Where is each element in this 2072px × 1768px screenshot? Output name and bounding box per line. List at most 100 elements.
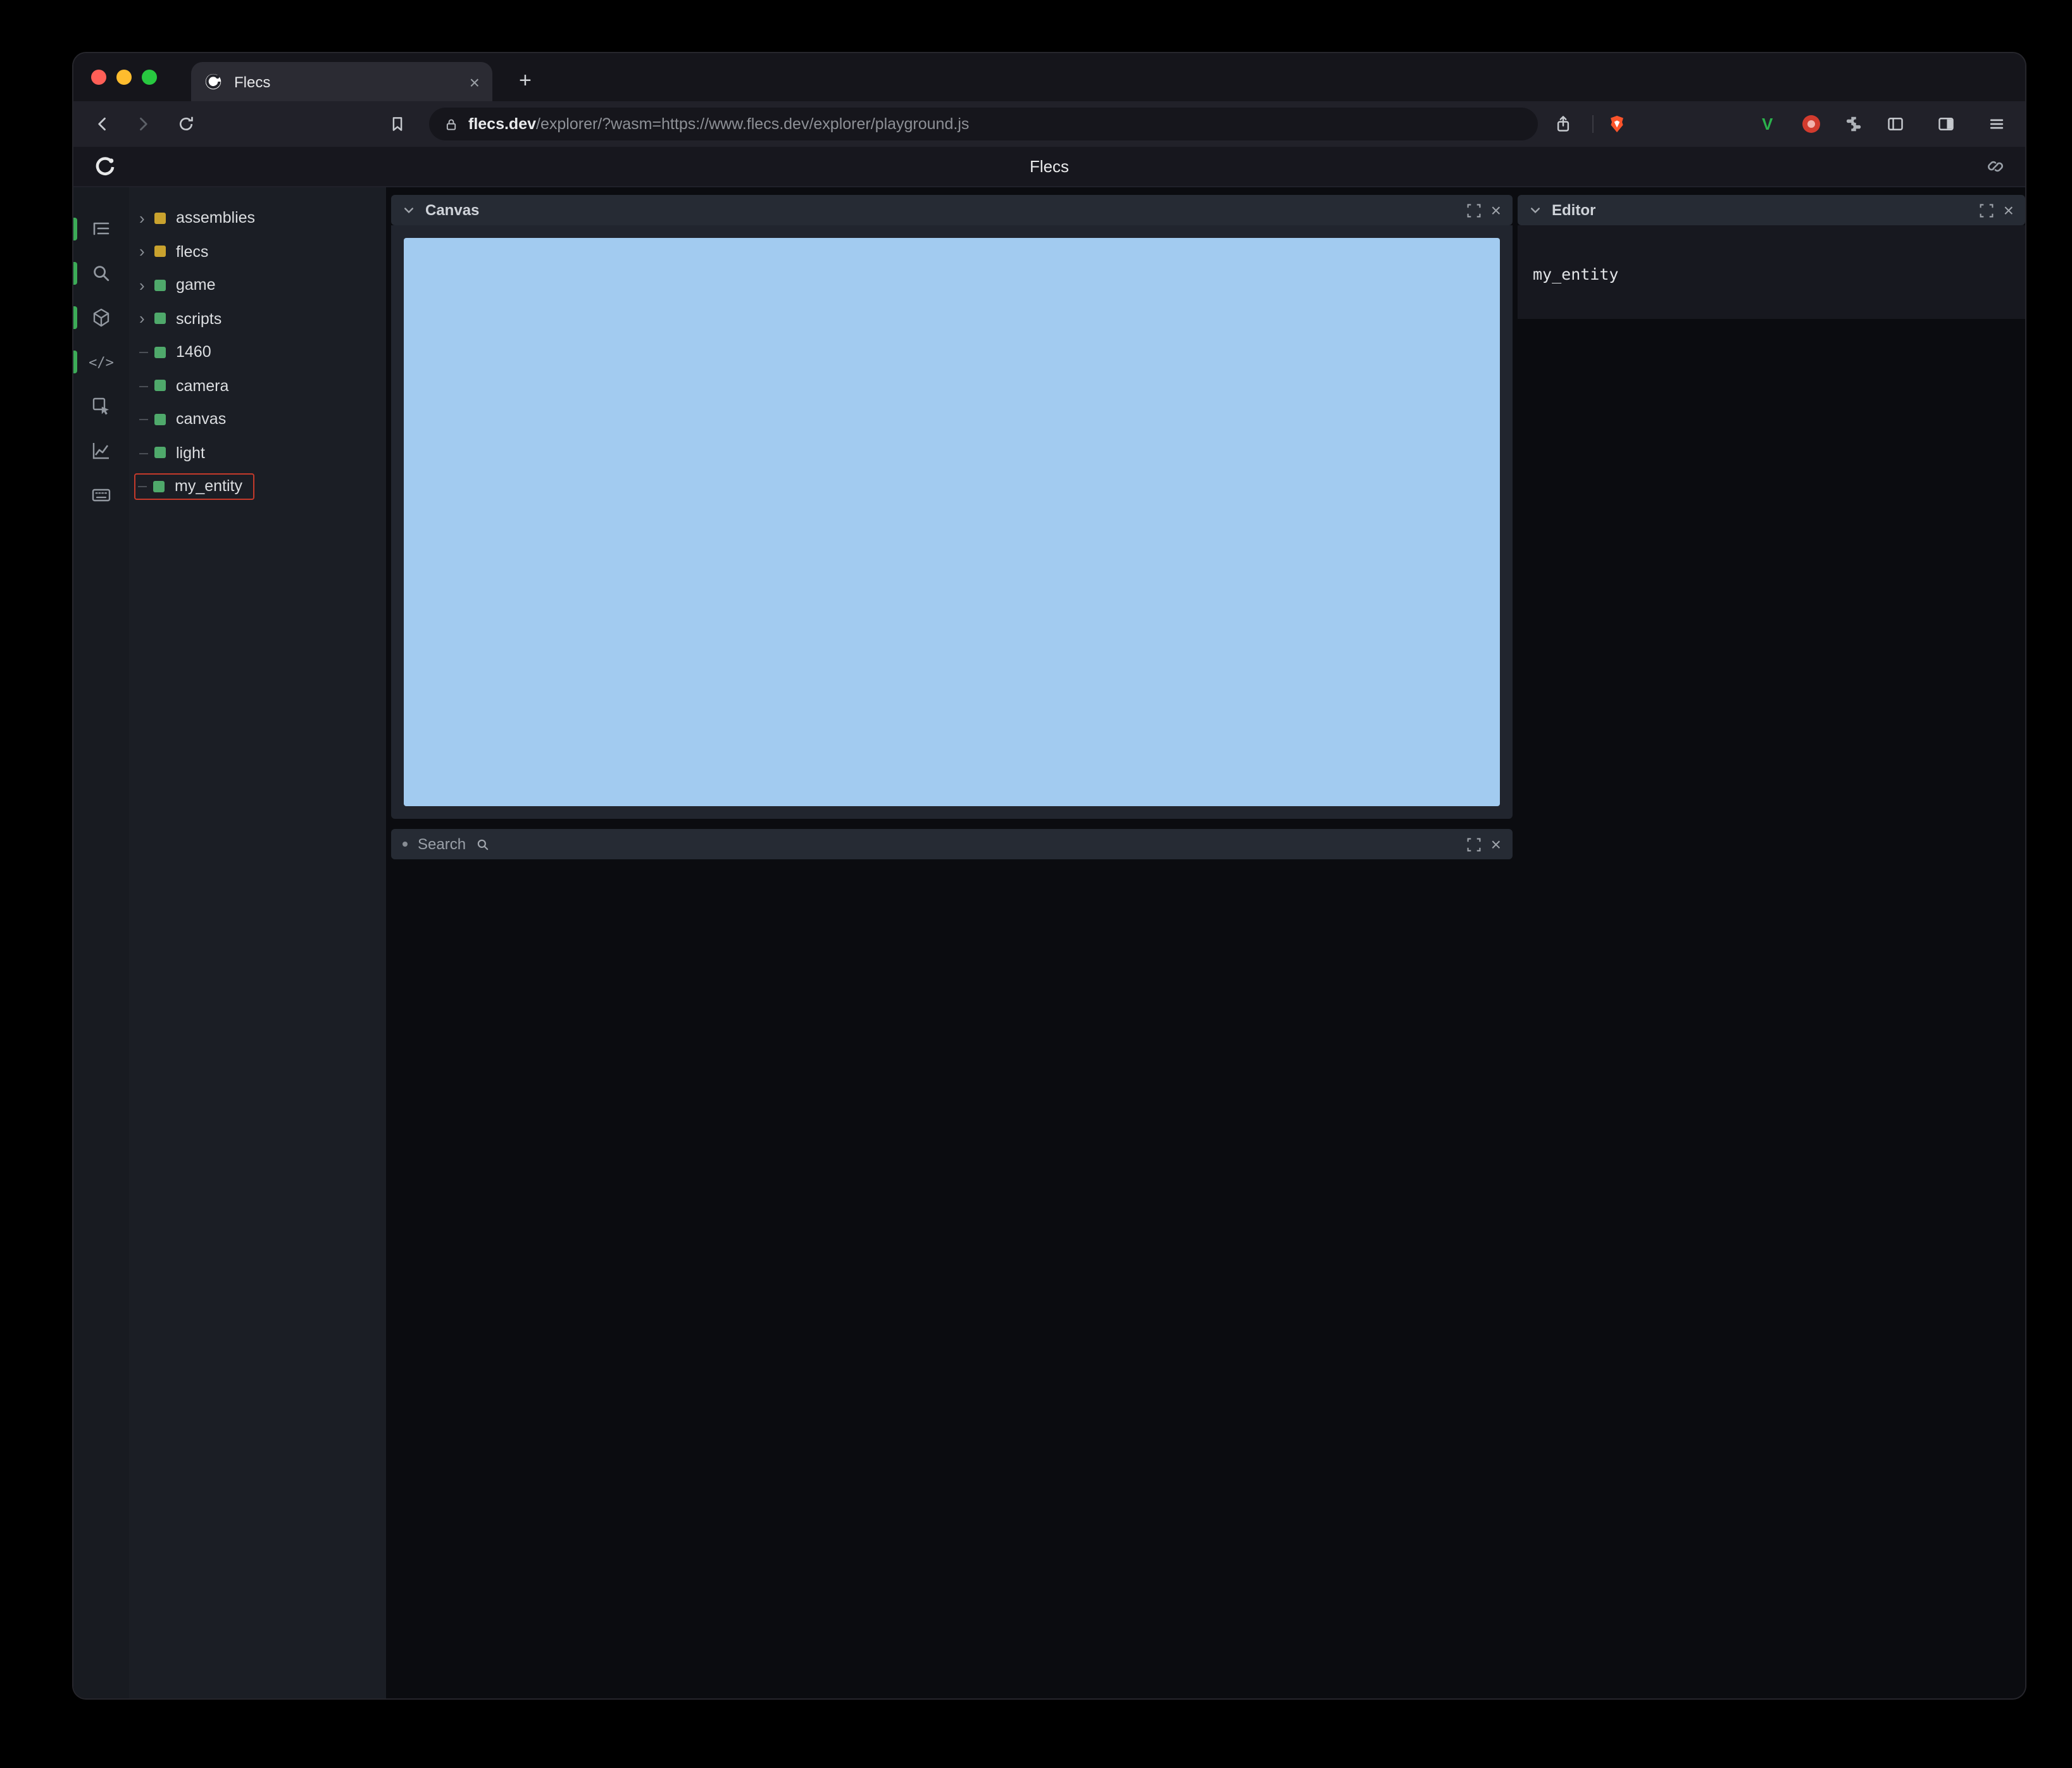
keyboard-icon[interactable]	[85, 478, 118, 511]
toolbar-separator	[1592, 115, 1594, 133]
tree-item-scripts[interactable]: › scripts	[129, 302, 386, 335]
screen: Flecs × + flecs.dev/explorer/?wasm=https…	[0, 0, 2072, 1768]
tab-strip: Flecs × +	[73, 53, 2025, 101]
panel-title: Search	[418, 835, 466, 853]
active-indicator	[73, 351, 77, 373]
chevron-down-icon[interactable]	[403, 204, 415, 216]
stats-chart-icon[interactable]	[85, 434, 118, 467]
tree-connector	[139, 369, 154, 402]
tree-item-flecs[interactable]: › flecs	[129, 235, 386, 268]
flecs-favicon	[205, 73, 222, 90]
editor-body: my_entity	[1518, 225, 2025, 319]
red-extension-icon[interactable]	[1802, 115, 1820, 133]
url-domain: flecs.dev	[468, 115, 537, 133]
split-view-icon[interactable]	[1937, 115, 1956, 133]
canvas-panel-header[interactable]: Canvas ×	[391, 195, 1513, 225]
editor-entity-name: my_entity	[1533, 265, 1619, 283]
search-icon[interactable]	[85, 257, 118, 290]
tree-item-light[interactable]: light	[129, 436, 386, 470]
expand-icon[interactable]	[1467, 837, 1481, 851]
chevron-down-icon[interactable]	[1529, 204, 1542, 216]
back-icon[interactable]	[94, 115, 111, 133]
tree-item-label: camera	[176, 377, 229, 395]
url-path: /explorer/?wasm=https://www.flecs.dev/ex…	[536, 115, 970, 133]
magnifier-icon	[476, 837, 490, 851]
entity-color-swatch	[154, 413, 166, 425]
chevron-right-icon[interactable]: ›	[139, 277, 154, 294]
tree-item-1460[interactable]: 1460	[129, 335, 386, 369]
entity-color-swatch	[154, 313, 166, 325]
editor-panel: Editor × my_entity	[1518, 195, 2025, 319]
browser-tab[interactable]: Flecs ×	[191, 62, 492, 101]
render-canvas[interactable]	[404, 238, 1500, 806]
tree-item-label: flecs	[176, 242, 209, 261]
expand-icon[interactable]	[1980, 203, 1994, 217]
share-link-icon[interactable]	[1986, 157, 2005, 176]
entity-color-swatch	[154, 447, 166, 459]
expand-icon[interactable]	[1467, 203, 1481, 217]
bullet-icon	[403, 842, 408, 847]
panel-title: Canvas	[425, 201, 480, 219]
zoom-window-button[interactable]	[142, 70, 157, 85]
minimize-window-button[interactable]	[116, 70, 132, 85]
entity-color-swatch	[154, 346, 166, 358]
module-color-swatch	[154, 212, 166, 224]
active-indicator	[73, 262, 77, 285]
tree-item-label: my_entity	[175, 477, 242, 495]
entity-color-swatch	[154, 380, 166, 392]
tree-item-my-entity[interactable]: my_entity	[129, 470, 386, 503]
url-bar[interactable]: flecs.dev/explorer/?wasm=https://www.fle…	[429, 108, 1538, 140]
icon-rail: </>	[73, 187, 129, 1698]
close-icon[interactable]: ×	[1491, 835, 1501, 853]
tree-outline-icon[interactable]	[85, 213, 118, 246]
editor-panel-header[interactable]: Editor ×	[1518, 195, 2025, 225]
tree-item-label: 1460	[176, 343, 211, 361]
reload-icon[interactable]	[177, 115, 195, 133]
tree-item-canvas[interactable]: canvas	[129, 402, 386, 436]
forward-icon[interactable]	[134, 115, 152, 133]
code-icon[interactable]: </>	[85, 346, 118, 378]
inspect-cursor-icon[interactable]	[85, 390, 118, 423]
v-extension-icon[interactable]: V	[1762, 115, 1773, 134]
close-icon[interactable]: ×	[1491, 201, 1501, 219]
tree-item-label: canvas	[176, 410, 227, 428]
canvas-panel-body	[391, 225, 1513, 819]
tree-item-camera[interactable]: camera	[129, 369, 386, 402]
entities-cube-icon[interactable]	[85, 301, 118, 334]
tab-title: Flecs	[234, 73, 271, 90]
tree-connector	[139, 402, 154, 436]
browser-window: Flecs × + flecs.dev/explorer/?wasm=https…	[73, 53, 2025, 1698]
tree-connector	[139, 335, 154, 369]
browser-toolbar: flecs.dev/explorer/?wasm=https://www.fle…	[73, 101, 2025, 147]
app-header: Flecs	[73, 147, 2025, 187]
tree-item-label: scripts	[176, 309, 222, 328]
bookmark-icon[interactable]	[389, 115, 406, 133]
share-icon[interactable]	[1554, 115, 1572, 134]
chevron-right-icon[interactable]: ›	[139, 311, 154, 327]
search-panel-header[interactable]: Search ×	[391, 829, 1513, 859]
brave-shield-icon[interactable]	[1607, 114, 1626, 134]
sidebar-toggle-icon[interactable]	[1886, 115, 1905, 133]
close-window-button[interactable]	[91, 70, 106, 85]
chevron-right-icon[interactable]: ›	[139, 244, 154, 260]
tree-item-game[interactable]: › game	[129, 268, 386, 302]
close-icon[interactable]: ×	[2004, 201, 2014, 219]
tree-item-assemblies[interactable]: › assemblies	[129, 201, 386, 235]
module-color-swatch	[154, 246, 166, 258]
panel-title: Editor	[1552, 201, 1596, 219]
extensions-puzzle-icon[interactable]	[1844, 115, 1863, 134]
active-indicator	[73, 306, 77, 329]
entity-color-swatch	[153, 480, 165, 492]
menu-hamburger-icon[interactable]	[1987, 115, 2006, 133]
url-text: flecs.dev/explorer/?wasm=https://www.fle…	[468, 115, 969, 133]
center-column: Canvas × Search ×	[391, 195, 1513, 859]
chevron-right-icon[interactable]: ›	[139, 210, 154, 227]
tree-item-label: game	[176, 276, 216, 294]
app-title: Flecs	[1029, 157, 1070, 176]
lock-icon	[446, 118, 456, 130]
tab-close-icon[interactable]: ×	[470, 73, 480, 90]
annotation-highlight-box: my_entity	[134, 473, 254, 500]
canvas-panel: Canvas ×	[391, 195, 1513, 819]
new-tab-button[interactable]: +	[519, 63, 532, 99]
tree-connector	[139, 436, 154, 470]
